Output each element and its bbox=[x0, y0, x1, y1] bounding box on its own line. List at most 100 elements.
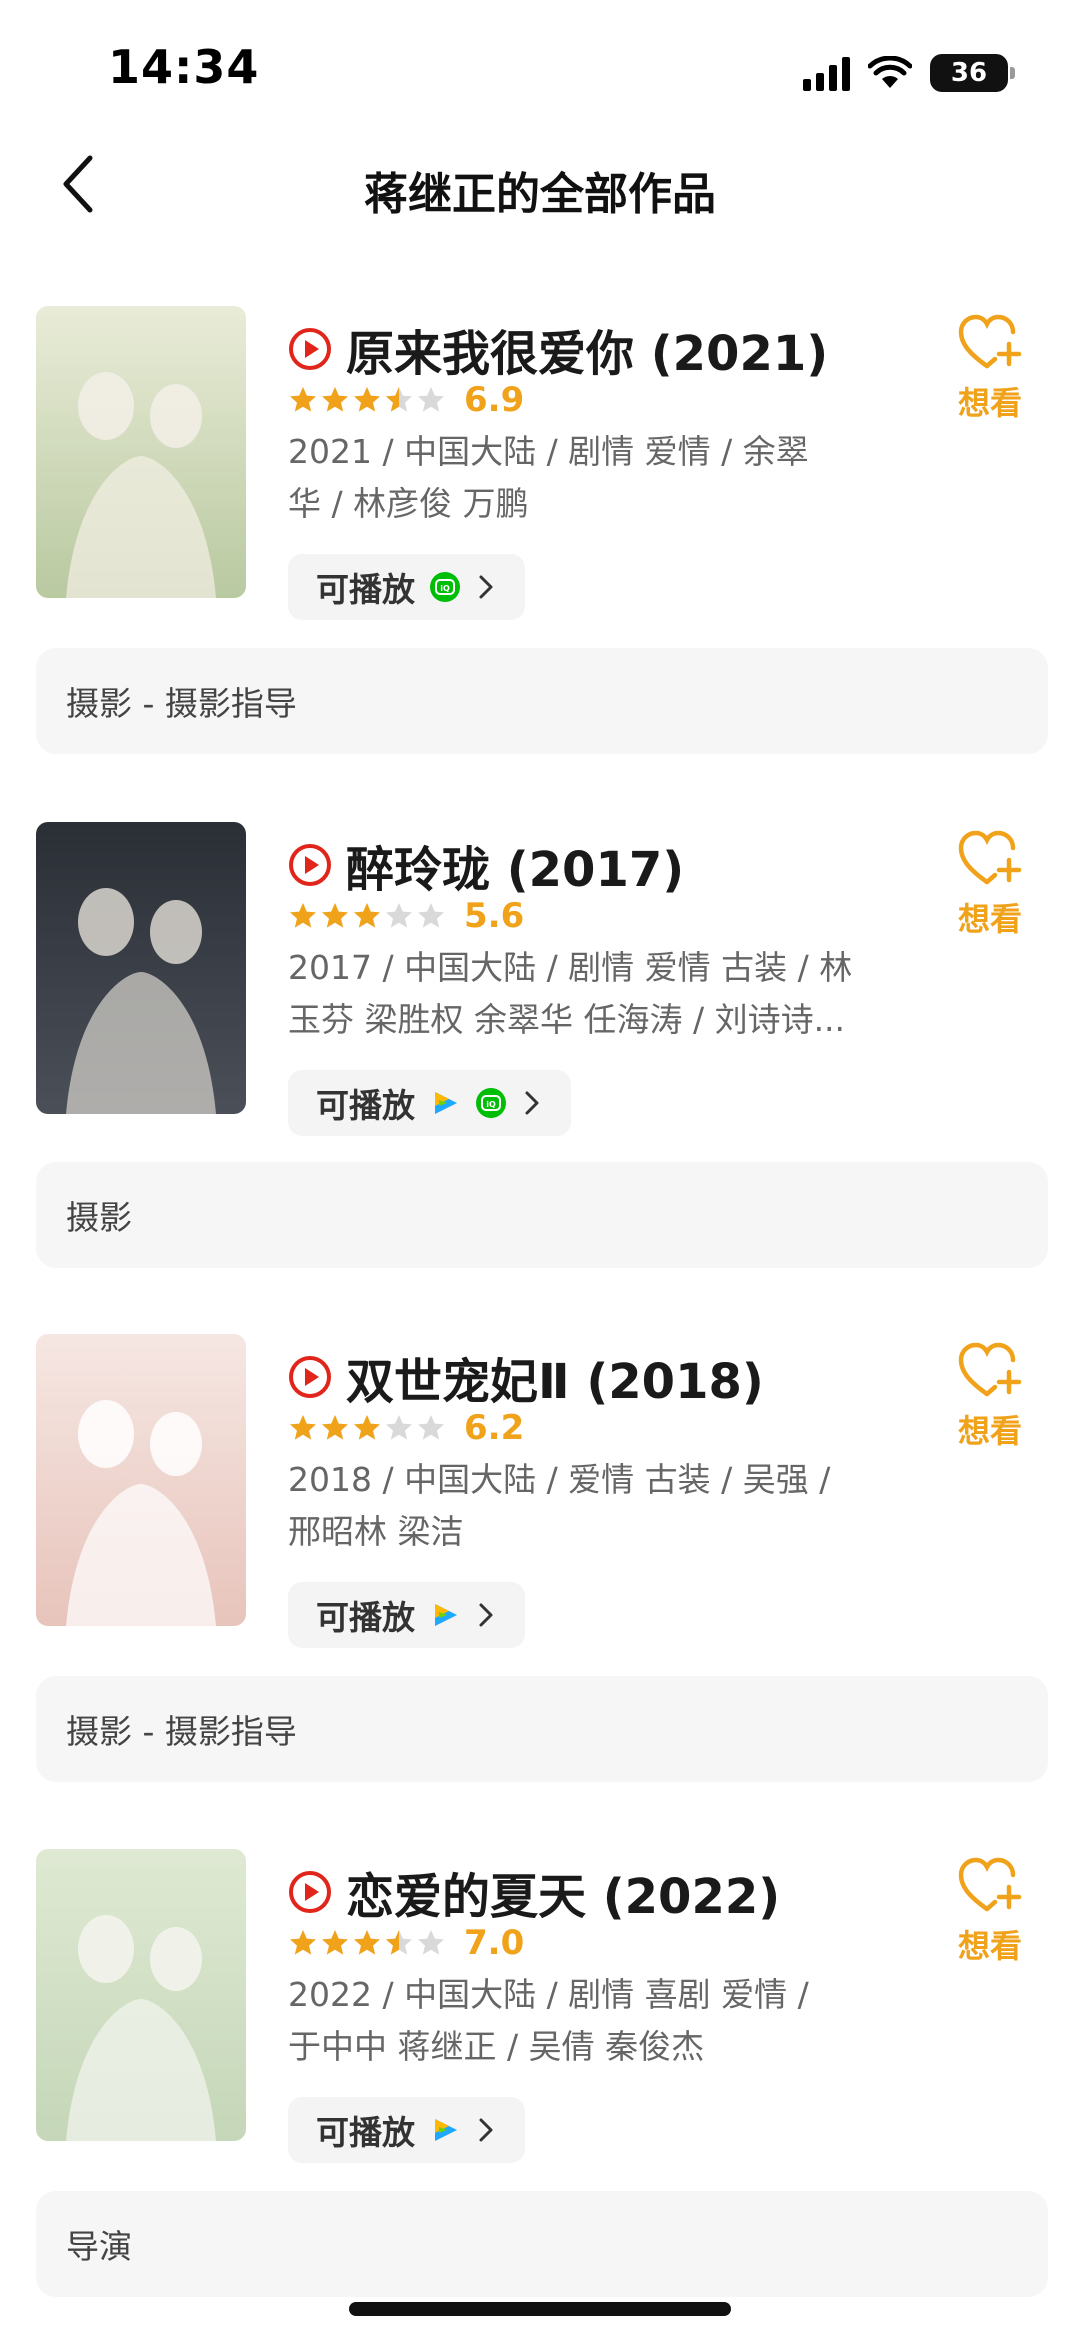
star-empty-icon bbox=[418, 387, 444, 412]
work-meta-line: 于中中 蒋继正 / 吴倩 秦俊杰 bbox=[288, 2027, 705, 2066]
work-meta-line: 邢昭林 梁洁 bbox=[288, 1512, 464, 1551]
chevron-right-icon bbox=[479, 575, 493, 599]
work-title-row[interactable]: 双世宠妃Ⅱ (2018) bbox=[288, 1342, 764, 1412]
chevron-right-icon bbox=[479, 2118, 493, 2142]
playable-label: 可播放 bbox=[316, 570, 415, 609]
role-label: 导演 bbox=[66, 2227, 132, 2266]
star-filled-icon bbox=[354, 1415, 380, 1440]
playable-button[interactable]: 可播放 iQ bbox=[288, 554, 525, 620]
battery-level: 36 bbox=[950, 58, 988, 88]
iqiyi-icon: iQ bbox=[430, 572, 460, 602]
star-empty-icon bbox=[418, 903, 444, 928]
page-title: 蒋继正的全部作品 bbox=[364, 169, 716, 220]
star-empty-icon bbox=[386, 903, 412, 928]
heart-plus-icon bbox=[958, 1857, 1022, 1912]
work-title: 醉玲珑 (2017) bbox=[346, 842, 685, 898]
work-meta: 2018 / 中国大陆 / 爱情 古装 / 吴强 / 邢昭林 梁洁 bbox=[288, 1454, 868, 1558]
work-meta-line: 2022 / 中国大陆 / 剧情 喜剧 爱情 / bbox=[288, 1975, 809, 2014]
rating-score: 6.9 bbox=[464, 380, 525, 420]
want-to-watch-button[interactable]: 想看 bbox=[942, 828, 1038, 940]
star-filled-icon bbox=[322, 903, 348, 928]
star-empty-icon bbox=[386, 1415, 412, 1440]
rating-score: 5.6 bbox=[464, 896, 525, 936]
playable-button[interactable]: 可播放 bbox=[288, 1582, 525, 1648]
want-to-watch-button[interactable]: 想看 bbox=[942, 312, 1038, 424]
rating-row: 6.9 bbox=[288, 380, 524, 420]
star-empty-icon bbox=[418, 1930, 444, 1955]
want-to-watch-label: 想看 bbox=[957, 1927, 1022, 1965]
star-rating bbox=[288, 1413, 446, 1443]
star-filled-icon bbox=[322, 1930, 348, 1955]
work-item[interactable]: 原来我很爱你 (2021) 6.9 2021 / 中国大陆 / 剧情 爱情 / … bbox=[0, 306, 1080, 786]
star-filled-icon bbox=[322, 1415, 348, 1440]
rating-row: 7.0 bbox=[288, 1923, 524, 1963]
role-label: 摄影 - 摄影指导 bbox=[66, 1712, 297, 1751]
home-indicator bbox=[349, 2302, 731, 2316]
status-icons: 36 bbox=[803, 50, 1015, 96]
star-half-icon bbox=[386, 387, 412, 412]
playable-label: 可播放 bbox=[316, 1086, 415, 1125]
playable-label: 可播放 bbox=[316, 2113, 415, 2152]
work-meta: 2022 / 中国大陆 / 剧情 喜剧 爱情 / 于中中 蒋继正 / 吴倩 秦俊… bbox=[288, 1969, 868, 2073]
svg-text:iQ: iQ bbox=[486, 1100, 496, 1109]
cellular-signal-icon bbox=[803, 55, 850, 91]
want-to-watch-button[interactable]: 想看 bbox=[942, 1855, 1038, 1967]
star-rating bbox=[288, 901, 446, 931]
heart-plus-icon bbox=[958, 830, 1022, 885]
iqiyi-icon: iQ bbox=[476, 1088, 506, 1118]
work-title-row[interactable]: 恋爱的夏天 (2022) bbox=[288, 1857, 780, 1927]
star-filled-icon bbox=[354, 387, 380, 412]
star-rating bbox=[288, 1928, 446, 1958]
poster-image[interactable] bbox=[36, 1849, 246, 2141]
rating-score: 7.0 bbox=[464, 1923, 525, 1963]
rating-row: 5.6 bbox=[288, 896, 524, 936]
work-meta: 2017 / 中国大陆 / 剧情 爱情 古装 / 林 玉芬 梁胜权 余翠华 任海… bbox=[288, 942, 868, 1046]
rating-row: 6.2 bbox=[288, 1408, 524, 1448]
star-filled-icon bbox=[290, 903, 316, 928]
work-meta-line: 2018 / 中国大陆 / 爱情 古装 / 吴强 / bbox=[288, 1460, 831, 1499]
star-rating bbox=[288, 385, 446, 415]
role-bar: 摄影 - 摄影指导 bbox=[36, 648, 1048, 754]
svg-text:iQ: iQ bbox=[440, 584, 450, 593]
work-item[interactable]: 醉玲珑 (2017) 5.6 2017 / 中国大陆 / 剧情 爱情 古装 / … bbox=[0, 822, 1080, 1302]
tencent-video-icon bbox=[435, 1604, 457, 1626]
star-half-icon bbox=[386, 1930, 412, 1955]
want-to-watch-label: 想看 bbox=[957, 384, 1022, 422]
role-bar: 摄影 bbox=[36, 1162, 1048, 1268]
work-meta-line: 玉芬 梁胜权 余翠华 任海涛 / 刘诗诗... bbox=[288, 1000, 846, 1039]
playable-button[interactable]: 可播放 bbox=[288, 2097, 525, 2163]
poster-image[interactable] bbox=[36, 306, 246, 598]
work-title: 原来我很爱你 (2021) bbox=[346, 326, 829, 382]
wifi-icon bbox=[868, 56, 912, 88]
work-item[interactable]: 双世宠妃Ⅱ (2018) 6.2 2018 / 中国大陆 / 爱情 古装 / 吴… bbox=[0, 1334, 1080, 1814]
playable-button[interactable]: 可播放 iQ bbox=[288, 1070, 571, 1136]
want-to-watch-button[interactable]: 想看 bbox=[942, 1340, 1038, 1452]
work-title: 双世宠妃Ⅱ (2018) bbox=[346, 1354, 764, 1410]
battery-icon: 36 bbox=[930, 54, 1015, 92]
star-filled-icon bbox=[290, 1415, 316, 1440]
want-to-watch-label: 想看 bbox=[957, 900, 1022, 938]
star-filled-icon bbox=[290, 387, 316, 412]
work-title-row[interactable]: 醉玲珑 (2017) bbox=[288, 830, 684, 900]
work-meta-line: 2017 / 中国大陆 / 剧情 爱情 古装 / 林 bbox=[288, 948, 853, 987]
star-filled-icon bbox=[354, 1930, 380, 1955]
play-circle-icon bbox=[289, 844, 331, 886]
role-label: 摄影 bbox=[66, 1198, 132, 1237]
star-filled-icon bbox=[290, 1930, 316, 1955]
tencent-video-icon bbox=[435, 1092, 457, 1114]
heart-plus-icon bbox=[958, 314, 1022, 369]
work-meta-line: 华 / 林彦俊 万鹏 bbox=[288, 484, 529, 523]
poster-image[interactable] bbox=[36, 822, 246, 1114]
playable-label: 可播放 bbox=[316, 1598, 415, 1637]
want-to-watch-label: 想看 bbox=[957, 1412, 1022, 1450]
work-meta: 2021 / 中国大陆 / 剧情 爱情 / 余翠 华 / 林彦俊 万鹏 bbox=[288, 426, 868, 530]
rating-score: 6.2 bbox=[464, 1408, 525, 1448]
poster-image[interactable] bbox=[36, 1334, 246, 1626]
role-bar: 导演 bbox=[36, 2191, 1048, 2297]
work-title-row[interactable]: 原来我很爱你 (2021) bbox=[288, 314, 828, 384]
chevron-right-icon bbox=[479, 1603, 493, 1627]
role-label: 摄影 - 摄影指导 bbox=[66, 684, 297, 723]
work-item[interactable]: 恋爱的夏天 (2022) 7.0 2022 / 中国大陆 / 剧情 喜剧 爱情 … bbox=[0, 1849, 1080, 2329]
star-filled-icon bbox=[354, 903, 380, 928]
heart-plus-icon bbox=[958, 1342, 1022, 1397]
